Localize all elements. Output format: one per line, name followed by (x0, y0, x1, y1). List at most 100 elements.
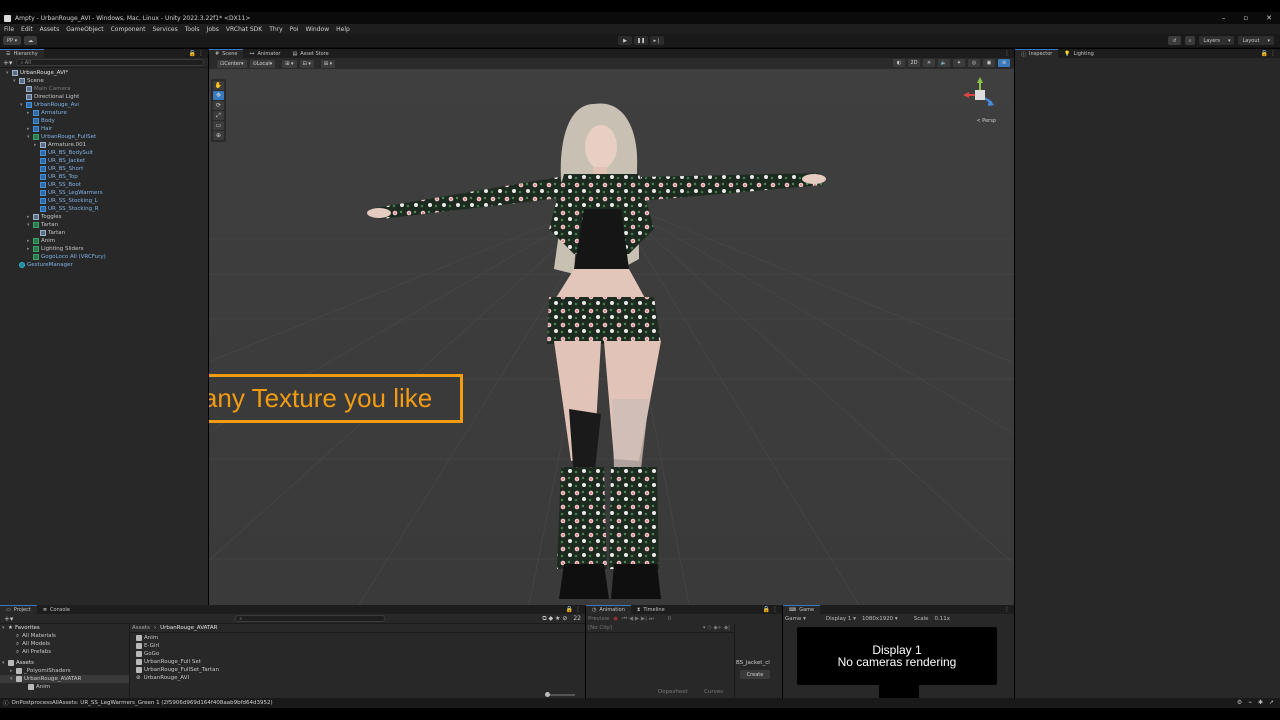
history-icon[interactable]: ↺ (1168, 36, 1181, 45)
record-icon[interactable]: ◉ (613, 616, 618, 622)
create-clip-button[interactable]: Create (740, 670, 770, 679)
menu-item-vrchat-sdk[interactable]: VRChat SDK (226, 26, 262, 33)
hierarchy-item[interactable]: UR_BS_Jacket (0, 157, 208, 165)
menu-item-assets[interactable]: Assets (40, 26, 60, 33)
menu-item-file[interactable]: File (4, 26, 14, 33)
hierarchy-item[interactable]: ▾ Tartan (0, 221, 208, 229)
hierarchy-item[interactable]: ▾ Scene (0, 77, 208, 85)
bug-icon[interactable]: ✱ (1258, 699, 1263, 706)
asset-folder-item[interactable]: ▾ UrbanRouge_AVATAR (0, 675, 129, 683)
hierarchy-item[interactable]: ▸ Hair (0, 125, 208, 133)
pivot-dropdown[interactable]: ⊡ Center ▾ (217, 59, 247, 68)
panel-menu-icon[interactable]: ⋮ (1004, 606, 1010, 613)
status-bar[interactable]: ⓘ OnPostprocessAllAssets: UR_SS_LegWarme… (0, 698, 1280, 708)
clip-dropdown[interactable]: [No Clip] (588, 625, 612, 631)
scene-viewport[interactable]: ✋✥⟳⤢▭⊕ < Persp use any Texture you like (209, 69, 1014, 605)
cloud-icon[interactable]: ☁ (24, 36, 38, 45)
favorite-item[interactable]: ⌕ All Materials (0, 632, 129, 640)
hierarchy-item[interactable]: UR_SS_Stocking_L (0, 197, 208, 205)
preview-button[interactable]: Preview (588, 616, 609, 622)
add-icon[interactable]: +▾ (3, 59, 12, 67)
tab-console[interactable]: ≣ Console (37, 605, 76, 614)
hierarchy-item[interactable]: ▾ UrbanRouge_Avi (0, 101, 208, 109)
tab-inspector[interactable]: ⓘ Inspector (1015, 49, 1059, 58)
scale-tool-icon[interactable]: ⤢ (213, 111, 224, 120)
scale-value[interactable]: 0.11x (935, 616, 951, 622)
minimize-icon[interactable]: – (1222, 14, 1226, 22)
hierarchy-item[interactable]: UR_SS_LegWarmers (0, 189, 208, 197)
panel-menu-icon[interactable]: 🔒 ⋮ (1261, 50, 1276, 57)
hierarchy-item[interactable]: GestureManager (0, 261, 208, 269)
hierarchy-item[interactable]: ▸ Toggles (0, 213, 208, 221)
tab-lighting[interactable]: 💡 Lighting (1058, 49, 1099, 58)
panel-menu-icon[interactable]: 🔒 ⋮ (189, 50, 204, 57)
lighting-icon[interactable]: ☀ (923, 59, 935, 67)
grid-toggle-button[interactable]: ⊞ ▾ (320, 59, 336, 68)
project-file-item[interactable]: E-Girl (136, 642, 585, 650)
breadcrumb-assets[interactable]: Assets (132, 625, 150, 631)
hierarchy-item[interactable]: ▸ Armature.001 (0, 141, 208, 149)
tab-scene[interactable]: # Scene (209, 49, 244, 58)
project-search-input[interactable]: ⌕ (235, 615, 386, 622)
menu-item-edit[interactable]: Edit (21, 26, 33, 33)
playback-controls[interactable]: ⏮ ◀ ▶ ▶| ⏭ (622, 616, 653, 623)
panel-menu-icon[interactable]: ⋮ (1004, 50, 1010, 57)
hierarchy-item[interactable]: ▸ Armature (0, 109, 208, 117)
add-icon[interactable]: +▾ (4, 615, 13, 623)
layers-dropdown[interactable]: Layers ▾ (1199, 36, 1235, 45)
move-tool-icon[interactable]: ✥ (213, 91, 224, 100)
menu-item-window[interactable]: Window (305, 26, 329, 33)
avatar-model[interactable] (209, 69, 1014, 605)
project-file-item[interactable]: ⊛ UrbanRouge_AVI (136, 674, 585, 682)
hand-tool-icon[interactable]: ✋ (213, 81, 224, 90)
resolution-dropdown[interactable]: 1080x1920 ▾ (862, 616, 898, 622)
hierarchy-item[interactable]: UR_BS_Top (0, 173, 208, 181)
game-view[interactable]: Display 1 No cameras rendering (797, 627, 997, 685)
project-file-item[interactable]: Anim (136, 634, 585, 642)
menu-item-thry[interactable]: Thry (269, 26, 283, 33)
project-file-item[interactable]: UrbanRouge_FullSet_Tartan (136, 666, 585, 674)
tab-hierarchy[interactable]: ☰ Hierarchy (0, 49, 44, 58)
visibility-icon[interactable]: ◎ (968, 59, 980, 67)
asset-folder-item[interactable]: ▸ _PoiyomiShaders (0, 667, 129, 675)
transform-tool-icon[interactable]: ⊕ (213, 131, 224, 140)
hierarchy-item[interactable]: UR_SS_Stocking_R (0, 205, 208, 213)
dopesheet-button[interactable]: Dopesheet (658, 689, 688, 695)
hierarchy-item[interactable]: ▸ Lighting Sliders (0, 245, 208, 253)
menu-item-poi[interactable]: Poi (290, 26, 299, 33)
tab-game[interactable]: ⌨ Game (783, 605, 821, 614)
hierarchy-item[interactable]: Main Camera (0, 85, 208, 93)
menu-item-jobs[interactable]: Jobs (207, 26, 219, 33)
account-button[interactable]: PP ▾ (3, 36, 22, 45)
menu-item-services[interactable]: Services (152, 26, 177, 33)
zoom-slider[interactable] (545, 692, 575, 697)
curves-button[interactable]: Curves (704, 689, 723, 695)
rect-tool-icon[interactable]: ▭ (213, 121, 224, 130)
menu-item-component[interactable]: Component (111, 26, 146, 33)
hierarchy-search-input[interactable]: ⌕ All (16, 59, 204, 66)
hierarchy-item[interactable]: ▸ Anim (0, 237, 208, 245)
search-icon[interactable]: ⌕ (1184, 36, 1196, 45)
hierarchy-item[interactable]: Tartan (0, 229, 208, 237)
effects-icon[interactable]: ✦ (953, 59, 965, 67)
frame-field[interactable]: 0 (668, 616, 672, 622)
favorite-item[interactable]: ⌕ All Models (0, 640, 129, 648)
maximize-icon[interactable]: ▫ (1243, 14, 1248, 22)
auto-generate-icon[interactable]: ⚙ (1237, 699, 1242, 706)
tab-project[interactable]: ▭ Project (0, 605, 37, 614)
project-file-item[interactable]: GoGo (136, 650, 585, 658)
rotate-tool-icon[interactable]: ⟳ (213, 101, 224, 110)
orientation-gizmo-icon[interactable] (960, 75, 1000, 115)
hierarchy-item[interactable]: ▾ UrbanRouge_AVI* (0, 69, 208, 77)
snap-increment-button[interactable]: ⊟ ▾ (299, 59, 314, 68)
assets-label[interactable]: Assets (16, 660, 34, 666)
audio-icon[interactable]: 🔈 (938, 59, 950, 67)
rocket-icon[interactable]: ➚ (1269, 699, 1274, 706)
gizmos-icon[interactable]: ⊕ (998, 59, 1010, 67)
panel-menu-icon[interactable]: 🔒 ⋮ (763, 606, 778, 613)
project-file-item[interactable]: UrbanRouge_Full Set (136, 658, 585, 666)
hierarchy-item[interactable]: UR_BS_BodySuit (0, 149, 208, 157)
panel-menu-icon[interactable]: 🔒 ⋮ (566, 606, 581, 613)
tab-animator[interactable]: ⊶ Animator (243, 49, 286, 58)
hierarchy-item[interactable]: Directional Light (0, 93, 208, 101)
